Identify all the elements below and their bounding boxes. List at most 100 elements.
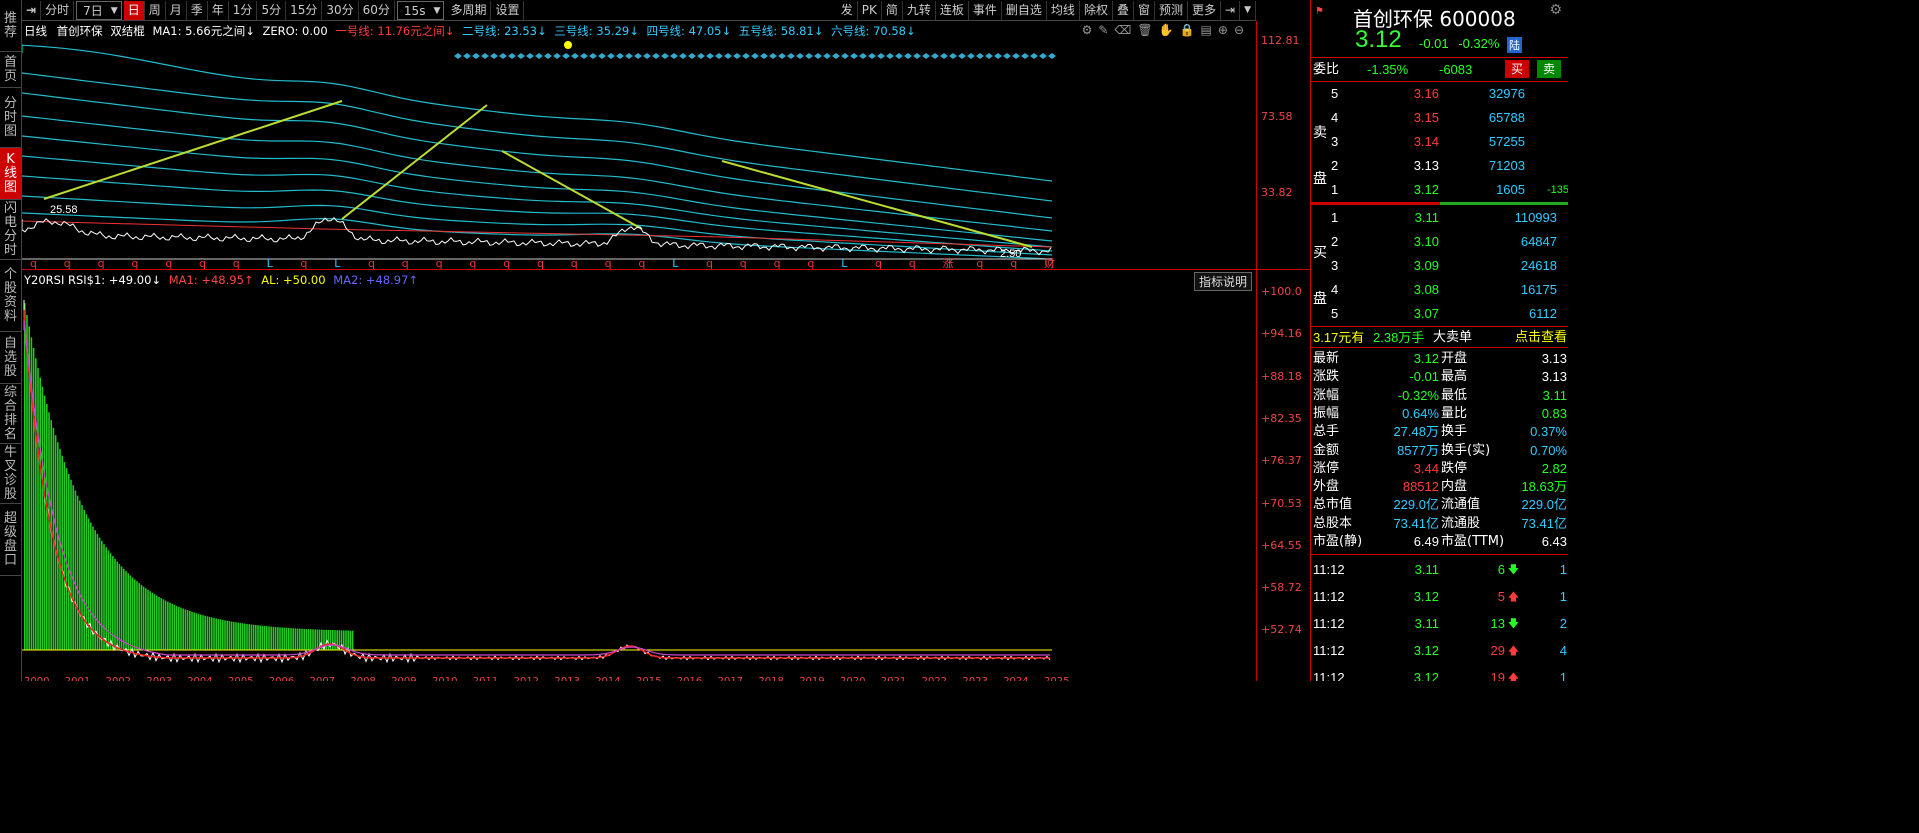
period-tab[interactable]: 年 [208, 0, 229, 20]
period-tab[interactable]: 7日 [76, 0, 122, 21]
event-marker[interactable]: q [503, 257, 510, 269]
toolbar-item[interactable]: PK [858, 0, 882, 20]
event-marker[interactable]: q [1010, 257, 1017, 269]
event-marker[interactable]: q [402, 257, 409, 269]
event-marker[interactable]: q [165, 257, 172, 269]
multi-period-button[interactable]: 多周期 [446, 0, 492, 20]
x-year-label: 2012 [514, 676, 539, 681]
event-marker[interactable]: q [199, 257, 206, 269]
left-nav-item[interactable]: 牛叉诊股 [0, 444, 21, 504]
event-marker[interactable]: q [571, 257, 578, 269]
toolbar-item[interactable]: 删自选 [1002, 0, 1047, 20]
left-nav-item[interactable]: 超级盘口 [0, 504, 21, 576]
event-marker[interactable]: q [131, 257, 138, 269]
zoom-out-icon[interactable]: ⊖ [1234, 23, 1250, 37]
toolbar-item[interactable]: 九转 [903, 0, 936, 20]
left-nav-item[interactable]: 闪电分时 [0, 200, 21, 260]
toolbar-item[interactable]: 发 [837, 0, 858, 20]
ask-row[interactable]: 5 3.16 32976 [1311, 82, 1568, 106]
event-marker[interactable]: 财 [1044, 256, 1055, 269]
bid-row[interactable]: 1 3.11 110993 [1311, 206, 1568, 230]
period-tab[interactable]: 季 [187, 0, 208, 20]
event-marker[interactable]: q [469, 257, 476, 269]
left-nav-item[interactable]: 推荐 [0, 0, 21, 52]
event-marker[interactable]: q [368, 257, 375, 269]
gear-icon[interactable]: ⚙ [1549, 2, 1562, 18]
event-marker[interactable]: q [436, 257, 443, 269]
trash-icon[interactable]: 🗑 [1137, 23, 1158, 37]
toolbar-item[interactable]: 预测 [1155, 0, 1188, 20]
buy-button[interactable]: 买 [1505, 60, 1530, 78]
lock-icon[interactable]: 🔒 [1180, 23, 1201, 37]
event-marker[interactable]: q [706, 257, 713, 269]
left-nav-item[interactable]: K线图 [0, 148, 21, 200]
event-marker[interactable]: q [300, 257, 307, 269]
event-marker[interactable]: L [267, 257, 274, 269]
event-marker[interactable]: q [875, 257, 882, 269]
left-nav-item[interactable]: 综合排名 [0, 384, 21, 444]
event-marker[interactable]: L [672, 257, 679, 269]
period-tab[interactable]: 30分 [322, 0, 359, 20]
toolbar-item[interactable]: 简 [882, 0, 903, 20]
period-tab[interactable]: 日 [123, 0, 145, 20]
stack-icon[interactable]: ▤ [1201, 23, 1218, 37]
kline-chart[interactable]: 25.58 2.50 q q q q q q q Lq Lq q q q q q q q q Lq q q q Lq q 涨 q q 财… [22, 21, 1256, 269]
bid-row[interactable]: 4 3.08 16175 [1311, 278, 1568, 302]
toolbar-item[interactable]: 事件 [969, 0, 1002, 20]
dropdown-arrow-icon[interactable]: ▼ [1240, 0, 1256, 20]
sell-button[interactable]: 卖 [1537, 60, 1562, 78]
period-tab[interactable]: 月 [166, 0, 187, 20]
event-marker[interactable]: q [638, 257, 645, 269]
period-tab[interactable]: 1分 [229, 0, 258, 20]
toolbar-item[interactable]: 窗 [1134, 0, 1155, 20]
event-marker[interactable]: q [537, 257, 544, 269]
period-tab[interactable]: 15分 [286, 0, 323, 20]
tick-count: 1 [1559, 670, 1567, 681]
event-marker[interactable]: q [774, 257, 781, 269]
event-marker[interactable]: q [30, 257, 37, 269]
event-marker[interactable]: q [64, 257, 71, 269]
left-nav-item[interactable]: 个股资料 [0, 260, 21, 332]
expand-right-icon[interactable]: ⇥ [1221, 0, 1241, 20]
bigorder-link[interactable]: 点击查看 [1515, 327, 1567, 349]
event-marker[interactable]: q [976, 257, 983, 269]
event-marker[interactable]: q [807, 257, 814, 269]
toolbar-item[interactable]: 连板 [936, 0, 969, 20]
pen-icon[interactable]: ✎ [1098, 23, 1114, 37]
ask-row[interactable]: 4 3.15 65788 [1311, 106, 1568, 130]
period-tab[interactable]: 60分 [359, 0, 395, 20]
gear-icon[interactable]: ⚙ [1082, 23, 1099, 37]
ask-row[interactable]: 1 3.12 1605 -135 [1311, 178, 1568, 202]
indicator-chart[interactable]: 2000 2001 2002 2003 2004 2005 2006 2007 2008 2009… [22, 270, 1256, 681]
toolbar-item[interactable]: 叠 [1113, 0, 1134, 20]
event-marker[interactable]: q [740, 257, 747, 269]
ask-row[interactable]: 2 3.13 71203 [1311, 154, 1568, 178]
ask-row[interactable]: 3 3.14 57255 [1311, 130, 1568, 154]
toolbar-item[interactable]: 除权 [1080, 0, 1113, 20]
event-marker[interactable]: q [909, 257, 916, 269]
toolbar-item[interactable]: 均线 [1047, 0, 1080, 20]
eraser-icon[interactable]: ⌫ [1114, 23, 1137, 37]
zoom-in-icon[interactable]: ⊕ [1218, 23, 1234, 37]
bid-row[interactable]: 5 3.07 6112 [1311, 302, 1568, 326]
event-marker[interactable]: L [841, 257, 848, 269]
event-marker[interactable]: q [605, 257, 612, 269]
event-marker[interactable]: 涨 [943, 257, 954, 269]
indicator-help-button[interactable]: 指标说明 [1193, 272, 1252, 291]
left-nav-item[interactable]: 首页 [0, 52, 21, 88]
event-marker[interactable]: q [233, 257, 240, 269]
period-tab[interactable]: 分时 [41, 0, 75, 20]
period-tab[interactable]: 5分 [257, 0, 287, 20]
settings-button[interactable]: 设置 [491, 0, 525, 20]
interval-select[interactable]: 15s [396, 0, 445, 21]
left-nav-item[interactable]: 分时图 [0, 88, 21, 148]
period-tab[interactable]: 周 [145, 0, 166, 20]
left-nav-item[interactable]: 自选股 [0, 332, 21, 384]
hand-icon[interactable]: ✋ [1159, 23, 1180, 37]
toolbar-item[interactable]: 更多 [1188, 0, 1222, 20]
collapse-arrow-icon[interactable]: ⇥ [22, 0, 42, 20]
event-marker[interactable]: q [98, 257, 105, 269]
bid-row[interactable]: 2 3.10 64847 [1311, 230, 1568, 254]
event-marker[interactable]: L [334, 257, 341, 269]
bid-row[interactable]: 3 3.09 24618 [1311, 254, 1568, 278]
